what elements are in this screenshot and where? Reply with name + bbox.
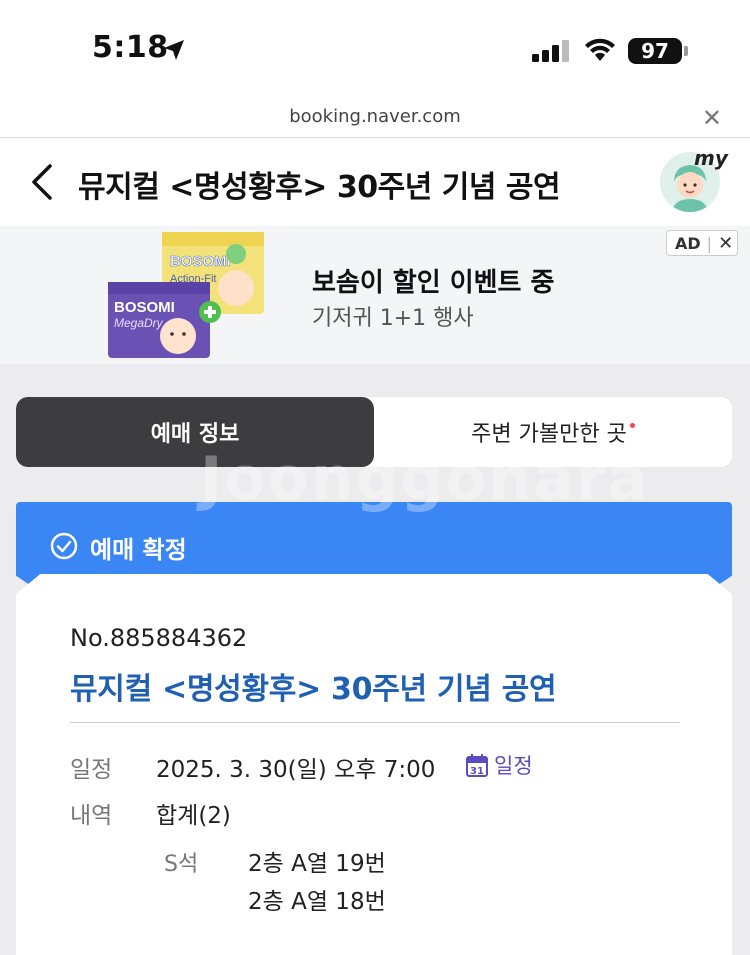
close-browser-button[interactable]: ✕ (702, 104, 722, 132)
product-brand-top: BOSOMI (170, 253, 231, 270)
calendar-icon-day: 31 (470, 766, 484, 777)
battery-tip (684, 46, 688, 56)
ad-banner[interactable]: BOSOMI Action-Fit BOSOMI MegaDry 보솜이 할인 … (0, 226, 750, 364)
location-arrow-icon (164, 40, 184, 60)
tab-nearby-places[interactable]: 주변 가볼만한 곳 (374, 397, 732, 467)
my-label: my (694, 146, 728, 170)
booking-status-label: 예매 확정 (90, 536, 187, 564)
browser-url-bar: booking.naver.com ✕ (0, 100, 750, 138)
cellular-signal-icon (532, 40, 569, 62)
seat-item: 2층 A열 18번 (248, 889, 386, 915)
status-bar: 5:18 97 (0, 0, 750, 100)
divider (70, 722, 680, 723)
page-header: 뮤지컬 <명성황후> 30주년 기념 공연 my (0, 138, 750, 226)
tab-booking-info-label: 예매 정보 (150, 422, 240, 447)
diaper-product-image: BOSOMI Action-Fit BOSOMI MegaDry (108, 232, 264, 358)
booking-number: No.885884362 (70, 624, 248, 652)
ad-separator: | (706, 233, 713, 253)
back-chevron-icon[interactable] (28, 162, 54, 202)
calendar-link-label: 일정 (494, 754, 533, 778)
ad-subtitle: 기저귀 1+1 행사 (312, 306, 474, 331)
ad-title: 보솜이 할인 이벤트 중 (312, 268, 555, 298)
add-to-calendar-link[interactable]: 31 일정 (466, 750, 533, 780)
tab-booking-info[interactable]: 예매 정보 (16, 397, 374, 467)
seat-grade: S석 (164, 852, 199, 877)
detail-label: 내역 (70, 803, 113, 829)
status-time: 5:18 (92, 30, 169, 65)
wifi-icon (585, 38, 615, 61)
new-indicator-dot (629, 422, 635, 428)
tab-bar: 예매 정보 주변 가볼만한 곳 (16, 397, 732, 467)
product-brand-front: BOSOMI (114, 299, 175, 316)
ad-badge: AD | ✕ (666, 230, 738, 256)
product-line-front: MegaDry (114, 316, 164, 330)
calendar-icon: 31 (466, 754, 488, 777)
date-label: 일정 (70, 757, 113, 783)
ticket-card: No.885884362 뮤지컬 <명성황후> 30주년 기념 공연 일정 20… (16, 574, 732, 955)
ad-label: AD (675, 233, 701, 253)
ad-close-button[interactable]: ✕ (718, 233, 733, 254)
check-circle-icon (50, 532, 78, 560)
detail-value: 합계(2) (156, 803, 231, 829)
date-value: 2025. 3. 30(일) 오후 7:00 (156, 757, 436, 783)
tab-nearby-places-label: 주변 가볼만한 곳 (471, 422, 627, 447)
seat-item: 2층 A열 19번 (248, 851, 386, 877)
url-text[interactable]: booking.naver.com (0, 106, 750, 127)
battery-indicator: 97 (628, 38, 682, 64)
show-title-link[interactable]: 뮤지컬 <명성황후> 30주년 기념 공연 (70, 664, 557, 708)
page-title: 뮤지컬 <명성황후> 30주년 기념 공연 (78, 170, 561, 205)
